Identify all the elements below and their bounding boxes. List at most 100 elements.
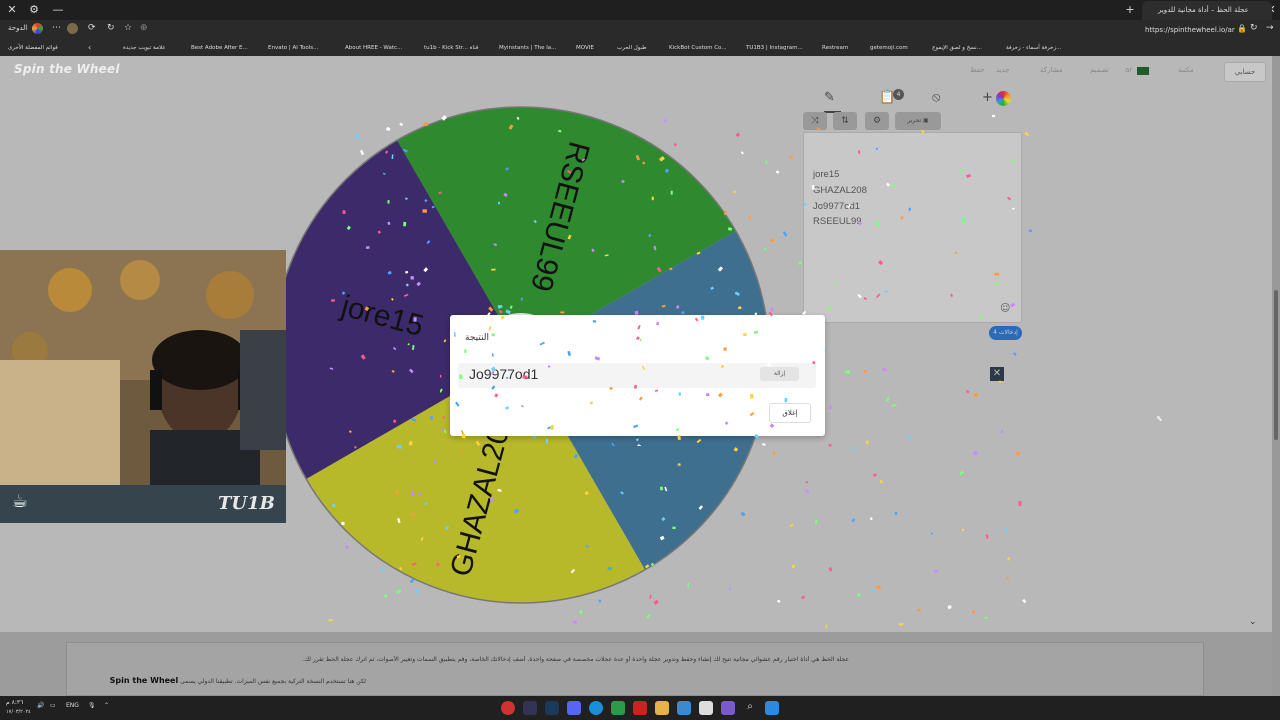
confetti-piece (672, 526, 676, 530)
reload-icon[interactable]: ↻ (107, 23, 115, 33)
close-window-icon[interactable]: ✕ (4, 2, 20, 18)
new-tab-icon[interactable]: + (1122, 2, 1138, 18)
confetti-piece (567, 350, 572, 357)
confetti-piece (1018, 501, 1022, 506)
confetti-piece (805, 480, 809, 484)
clock-time[interactable]: ٨:٣٦ م (6, 699, 23, 706)
app-icon[interactable] (523, 701, 537, 715)
url-field[interactable]: https://spinthewheel.io/ar (1145, 24, 1235, 37)
confetti-piece (397, 517, 401, 524)
minimize-icon[interactable]: — (50, 2, 66, 18)
extensions-icon[interactable]: ⟳ (88, 23, 96, 33)
confetti-piece (567, 234, 572, 240)
back-icon[interactable]: → (1266, 23, 1274, 33)
confetti-piece (1004, 528, 1008, 534)
confetti-piece (966, 390, 970, 394)
app-icon[interactable] (677, 701, 691, 715)
brand-name: Spin the Wheel (109, 676, 179, 685)
confetti-piece (727, 227, 733, 231)
edge-icon[interactable] (589, 701, 603, 715)
colorful-extension-icon[interactable] (32, 23, 43, 34)
confetti-piece (863, 370, 867, 374)
tray-expand-icon[interactable]: ⌃ (104, 702, 109, 709)
confetti-piece (664, 486, 668, 492)
discord-icon[interactable] (567, 701, 581, 715)
confetti-piece (633, 384, 638, 389)
confetti-piece (875, 147, 878, 150)
bookmark-item[interactable]: Restream (822, 42, 848, 54)
confetti-piece (505, 406, 510, 410)
confetti-piece (899, 623, 904, 626)
confetti-piece (490, 371, 495, 376)
refresh-icon[interactable]: ↻ (1250, 23, 1258, 33)
confetti-piece (411, 562, 417, 566)
bookmark-item[interactable]: KickBot Custom Co... (669, 42, 727, 54)
search-icon[interactable]: ⌕ (743, 701, 757, 715)
app-icon[interactable] (721, 701, 735, 715)
bookmark-item[interactable]: طبول الحرب (617, 42, 647, 54)
confetti-piece (353, 445, 357, 449)
confetti-piece (461, 433, 466, 439)
bookmark-item[interactable]: MOVIE (576, 42, 594, 54)
confetti-piece (994, 272, 1000, 276)
browser-tab[interactable]: عجلة الحظ – أداة مجانية للدوير (1142, 1, 1272, 20)
confetti-piece (869, 589, 874, 593)
volume-icon[interactable]: 🔊 (37, 702, 44, 709)
bookmark-item[interactable]: نسخ و لصق الإيموج... (932, 42, 982, 54)
more-icon[interactable]: ⋯ (52, 23, 61, 33)
confetti-piece (567, 170, 572, 174)
steam-icon[interactable] (545, 701, 559, 715)
confetti-piece (497, 488, 502, 493)
scrollbar-thumb[interactable] (1274, 290, 1278, 440)
mic-icon[interactable]: 🎙 (88, 702, 96, 709)
zoom-icon[interactable]: ⊕ (140, 23, 148, 33)
bookmark-item[interactable]: Myinstants | The la... (499, 42, 556, 54)
confetti-piece (900, 216, 904, 220)
app-icon[interactable] (633, 701, 647, 715)
profile-avatar-icon[interactable] (67, 23, 78, 34)
confetti-piece (961, 217, 966, 223)
bookmark-item[interactable]: Envato | AI Tools... (268, 42, 318, 54)
confetti-piece (894, 512, 898, 515)
confetti-piece (844, 369, 851, 375)
app-icon[interactable] (699, 701, 713, 715)
bookmark-item[interactable]: tu1b - Kick Str... قناة (424, 42, 478, 54)
confetti-piece (791, 564, 795, 569)
start-icon[interactable] (765, 701, 779, 715)
confetti-piece (649, 594, 652, 599)
clock-date[interactable]: ١٧/٠٣/٢٠٢٤ (6, 709, 31, 715)
confetti-piece (740, 511, 746, 517)
confetti-piece (396, 588, 402, 595)
bookmark-item[interactable]: TU1B3 | Instagram... (746, 42, 803, 54)
bookmark-item[interactable]: زخرفة أسماء - زخرفة... (1006, 42, 1061, 54)
bookmark-item[interactable]: About HREE - Watc... (345, 42, 402, 54)
network-icon[interactable]: ▭ (50, 702, 56, 709)
confetti-piece (865, 440, 870, 445)
confetti-piece (377, 230, 382, 234)
home-label[interactable]: الدوحة (8, 24, 27, 32)
settings-icon[interactable]: ⚙ (26, 2, 42, 18)
confetti-piece (423, 122, 428, 126)
confetti-piece (761, 442, 766, 446)
chevron-down-icon[interactable]: ⌄ (1249, 617, 1257, 627)
confetti-piece (1022, 598, 1027, 604)
language-indicator[interactable]: ENG (66, 702, 79, 709)
confetti-piece (679, 353, 685, 359)
bookmark-item[interactable]: getemoji.com (870, 42, 908, 54)
confetti-piece (966, 173, 971, 178)
bookmarks-other-folder[interactable]: قوائم المفضلة الأخرى (8, 42, 58, 54)
confetti-piece (505, 167, 509, 171)
bookmark-item[interactable]: Best Adobe After E... (191, 42, 248, 54)
confetti-piece (403, 221, 407, 227)
confetti-piece (1010, 158, 1015, 162)
file-explorer-icon[interactable] (655, 701, 669, 715)
bookmarks-prev-icon[interactable]: ‹ (88, 42, 91, 54)
confetti-piece (494, 393, 499, 398)
confetti-piece (876, 585, 882, 590)
favorite-star-icon[interactable]: ☆ (124, 23, 132, 33)
app-icon[interactable] (501, 701, 515, 715)
confetti-piece (344, 544, 349, 549)
confetti-piece (520, 404, 524, 408)
app-icon[interactable] (611, 701, 625, 715)
bookmark-item[interactable]: علامة تبويب جديدة (123, 42, 166, 54)
